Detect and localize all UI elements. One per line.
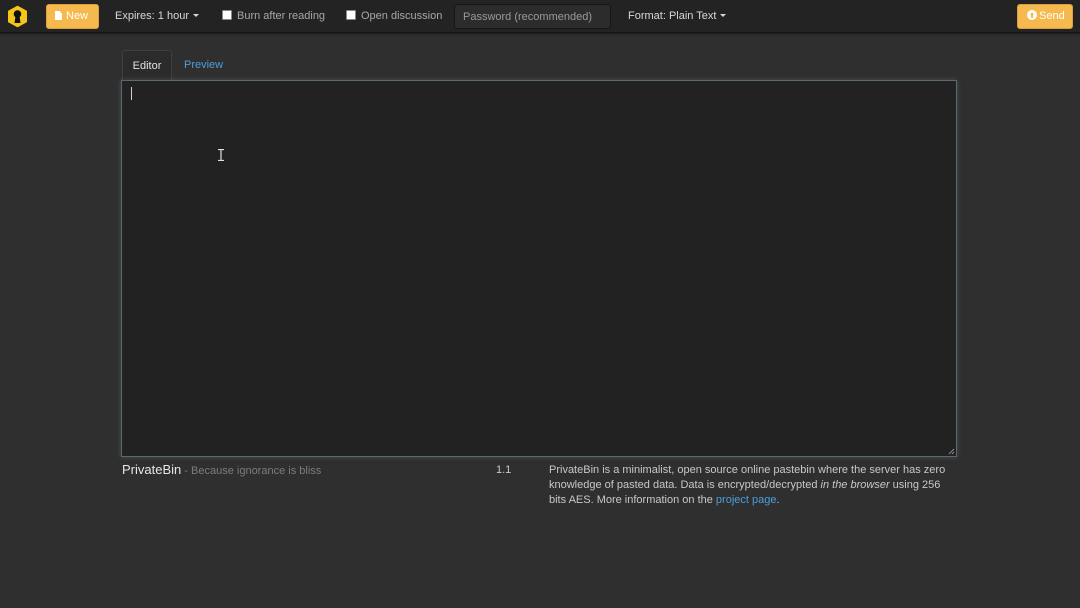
privatebin-logo-icon[interactable]: [5, 4, 30, 29]
burn-after-reading-checkbox[interactable]: [222, 10, 232, 20]
open-discussion-option[interactable]: Open discussion: [346, 0, 442, 33]
project-page-link[interactable]: project page: [716, 494, 777, 506]
tab-editor[interactable]: Editor: [122, 50, 172, 81]
version-number: 1.1: [496, 464, 512, 476]
new-button[interactable]: New: [46, 4, 99, 29]
expires-dropdown[interactable]: Expires: 1 hour: [115, 0, 199, 33]
open-discussion-checkbox[interactable]: [346, 10, 356, 20]
caret-down-icon: [720, 14, 727, 17]
send-button[interactable]: Send: [1017, 4, 1073, 29]
password-input[interactable]: [454, 4, 611, 29]
send-button-label: Send: [1039, 10, 1065, 22]
brand-tagline: - Because ignorance is bliss: [181, 465, 322, 477]
top-navbar: New Expires: 1 hour Burn after reading O…: [0, 0, 1080, 33]
burn-after-reading-option[interactable]: Burn after reading: [222, 0, 325, 33]
footer-brand: PrivateBin - Because ignorance is bliss: [122, 462, 321, 477]
tab-preview[interactable]: Preview: [184, 50, 223, 81]
caret-down-icon: [192, 14, 199, 17]
document-icon: [55, 11, 62, 20]
circle-arrow-up-icon: [1027, 10, 1037, 20]
about-text: PrivateBin is a minimalist, open source …: [549, 463, 949, 508]
resize-handle-icon[interactable]: [948, 448, 955, 455]
text-cursor: [131, 87, 132, 100]
ibeam-cursor-icon: [218, 149, 224, 161]
brand-name: PrivateBin: [122, 462, 182, 477]
format-label: Format: Plain Text: [628, 10, 717, 22]
expires-label: Expires: 1 hour: [115, 10, 189, 22]
new-button-label: New: [66, 10, 89, 22]
about-text-emphasis: in the browser: [820, 479, 890, 491]
open-discussion-label: Open discussion: [361, 10, 443, 22]
about-text-end: .: [776, 494, 780, 506]
format-dropdown[interactable]: Format: Plain Text: [628, 0, 727, 33]
burn-after-reading-label: Burn after reading: [237, 10, 326, 22]
paste-textarea[interactable]: [121, 80, 957, 457]
